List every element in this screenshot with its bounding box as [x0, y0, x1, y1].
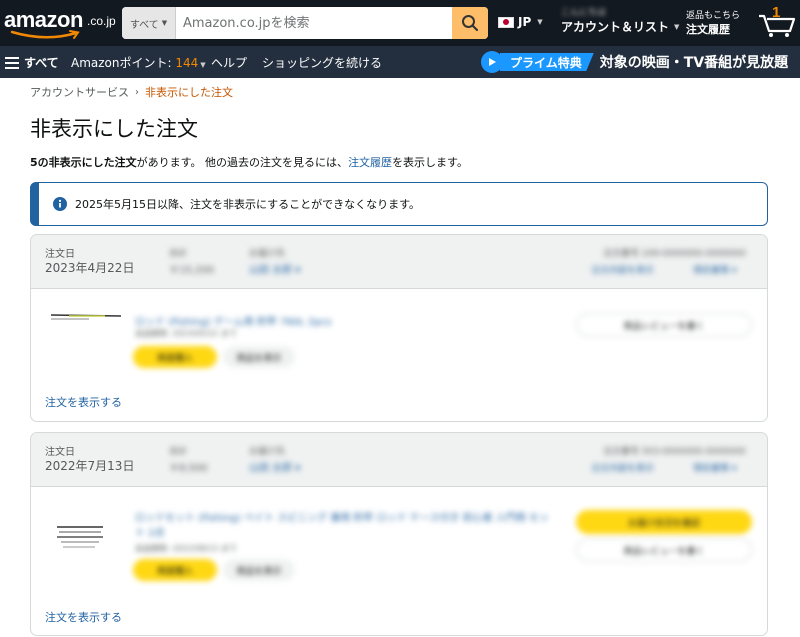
cart-count-badge: 1	[772, 4, 781, 21]
order-card: 注文日 2023年4月22日 合計 ￥15,200 お届け先 山田 太郎 ▾ 注…	[30, 234, 768, 422]
view-order-link[interactable]: 注文を表示する	[45, 394, 122, 410]
info-icon	[53, 197, 67, 211]
summary-middle-text: があります。 他の過去の注文を見るには、	[136, 156, 349, 169]
continue-shopping-link[interactable]: ショッピングを続ける	[262, 54, 382, 71]
prime-video-banner[interactable]: プライム特典 対象の映画・TV番組が見放題	[481, 51, 788, 73]
hidden-orders-summary: 5の非表示にした注文があります。 他の過去の注文を見るには、注文履歴を表示します…	[30, 154, 468, 170]
order-card-header: 注文日 2023年4月22日 合計 ￥15,200 お届け先 山田 太郎 ▾ 注…	[31, 235, 767, 289]
order-history-link[interactable]: 注文履歴	[348, 156, 392, 169]
amazon-logo[interactable]: amazon .co.jp	[4, 4, 116, 40]
breadcrumb-separator: ›	[135, 86, 139, 98]
all-menu-label: すべて	[24, 56, 59, 70]
japan-flag-icon	[498, 16, 514, 28]
breadcrumb: アカウントサービス › 非表示にした注文	[30, 84, 233, 100]
search-category-select[interactable]: すべて ▼	[122, 7, 176, 39]
breadcrumb-current[interactable]: 非表示にした注文	[145, 84, 233, 100]
hamburger-icon	[5, 56, 19, 69]
help-link[interactable]: ヘルプ	[211, 54, 247, 71]
product-thumbnail[interactable]	[55, 523, 105, 549]
order-date-value: 2022年7月13日	[45, 459, 135, 473]
info-alert: 2025年5月15日以降、注文を非表示にすることができなくなります。	[30, 182, 768, 226]
breadcrumb-account-services[interactable]: アカウントサービス	[30, 84, 129, 100]
play-icon	[481, 51, 503, 73]
order-history-label: 注文履歴	[686, 23, 730, 36]
search-input[interactable]	[176, 7, 452, 39]
chevron-down-icon: ▼	[161, 19, 168, 27]
orders-link[interactable]: 返品もこちら 注文履歴	[686, 8, 740, 37]
points-label: Amazonポイント:	[71, 56, 176, 70]
account-greeting: こんにちは	[561, 8, 607, 18]
order-card-header: 注文日 2022年7月13日 合計 ￥8,500 お届け先 山田 太郎 ▾ 注文…	[31, 433, 767, 487]
language-label: JP	[518, 15, 532, 29]
prime-banner-text: 対象の映画・TV番組が見放題	[599, 55, 789, 71]
returns-label: 返品もこちら	[686, 11, 741, 21]
page-title: 非表示にした注文	[30, 117, 198, 141]
order-date-label: 注文日	[45, 447, 75, 458]
points-link[interactable]: Amazonポイント: 144 ▼	[71, 54, 206, 71]
order-card: 注文日 2022年7月13日 合計 ￥8,500 お届け先 山田 太郎 ▾ 注文…	[30, 432, 768, 636]
chevron-down-icon: ▼	[537, 18, 543, 26]
search-button[interactable]	[452, 7, 488, 39]
search-bar: すべて ▼	[122, 7, 488, 39]
hidden-count-text: 5の非表示にした注文	[30, 156, 137, 169]
top-nav: amazon .co.jp すべて ▼ JP ▼ こんにちは アカウント＆リスト…	[0, 0, 800, 46]
logo-smile-icon	[10, 30, 80, 39]
chevron-down-icon: ▼	[674, 22, 680, 31]
all-menu-button[interactable]: すべて	[5, 54, 59, 71]
search-category-label: すべて	[129, 19, 159, 31]
chevron-down-icon: ▼	[200, 61, 206, 69]
summary-end-text: を表示します。	[392, 156, 468, 169]
alert-message: 2025年5月15日以降、注文を非表示にすることができなくなります。	[75, 198, 420, 211]
cart-button[interactable]: 1	[757, 4, 797, 38]
account-menu[interactable]: こんにちは アカウント＆リスト ▼	[561, 5, 679, 35]
logo-suffix: .co.jp	[87, 14, 116, 28]
language-selector[interactable]: JP ▼	[498, 15, 543, 29]
order-date-label: 注文日	[45, 249, 75, 260]
view-order-link[interactable]: 注文を表示する	[45, 609, 122, 625]
points-value: 144	[175, 56, 199, 70]
prime-badge: プライム特典	[500, 53, 594, 71]
order-date-value: 2023年4月22日	[45, 261, 135, 275]
account-label: アカウント＆リスト	[561, 20, 670, 34]
search-icon	[462, 15, 479, 32]
product-thumbnail[interactable]	[49, 311, 123, 323]
